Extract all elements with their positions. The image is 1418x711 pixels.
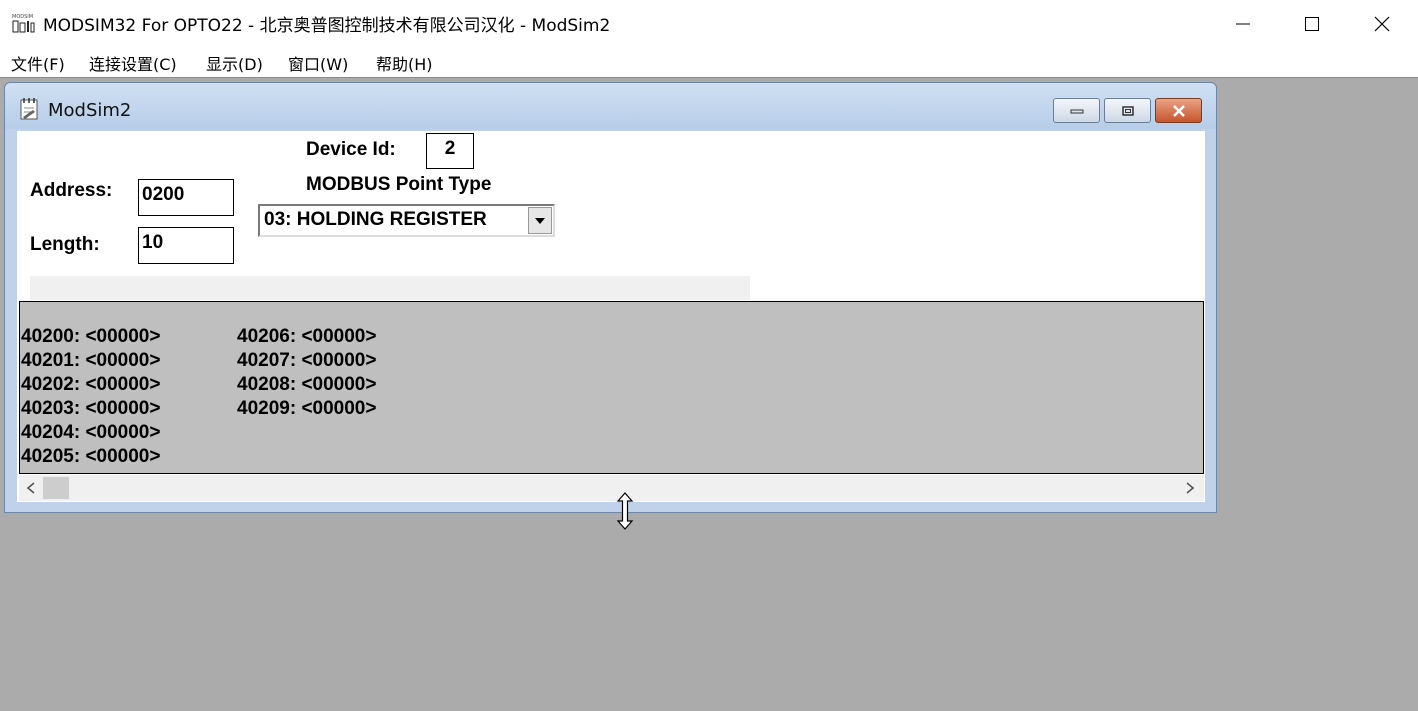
close-icon [1172, 104, 1185, 117]
close-icon [1374, 16, 1390, 31]
child-restore-button[interactable] [1104, 98, 1151, 123]
horizontal-scrollbar[interactable] [19, 475, 1204, 501]
child-window: ModSim2 Device Id: 2 Address: 0200 MODBU… [4, 82, 1217, 513]
minimize-icon [1070, 109, 1083, 113]
length-field[interactable]: 10 [138, 227, 234, 264]
register-cell[interactable]: 40204: <00000> [21, 421, 160, 445]
point-type-label: MODBUS Point Type [306, 174, 492, 195]
status-strip [30, 276, 750, 300]
menu-file[interactable]: 文件(F) [11, 51, 65, 75]
modsim-logo-icon: MODSIM [12, 14, 35, 33]
app-titlebar: MODSIM MODSIM32 For OPTO22 - 北京奥普图控制技术有限… [0, 0, 1418, 47]
menu-help[interactable]: 帮助(H) [376, 51, 433, 75]
maximize-button[interactable] [1277, 0, 1347, 47]
app-icon: MODSIM [12, 11, 36, 33]
length-label: Length: [30, 234, 100, 255]
document-icon [20, 98, 38, 120]
register-cell[interactable]: 40208: <00000> [237, 373, 376, 397]
scroll-thumb[interactable] [43, 477, 69, 499]
register-cell[interactable]: 40209: <00000> [237, 397, 376, 421]
point-type-value: 03: HOLDING REGISTER [264, 209, 487, 230]
register-cell[interactable]: 40203: <00000> [21, 397, 160, 421]
maximize-icon [1305, 16, 1319, 31]
chevron-down-icon [535, 217, 545, 224]
resize-cursor-icon [615, 492, 635, 530]
scroll-left-button[interactable] [21, 478, 41, 498]
point-type-select[interactable]: 03: HOLDING REGISTER [258, 204, 555, 237]
minimize-button[interactable] [1208, 0, 1278, 47]
child-close-button[interactable] [1155, 98, 1202, 123]
minimize-icon [1236, 23, 1250, 24]
child-minimize-button[interactable] [1053, 98, 1100, 123]
menu-connection[interactable]: 连接设置(C) [89, 51, 177, 75]
register-cell[interactable]: 40206: <00000> [237, 325, 376, 349]
register-cell[interactable]: 40202: <00000> [21, 373, 160, 397]
register-cell[interactable]: 40201: <00000> [21, 349, 160, 373]
child-window-icon [18, 97, 40, 121]
svg-text:MODSIM: MODSIM [12, 14, 33, 20]
menu-display[interactable]: 显示(D) [206, 51, 263, 75]
register-cell[interactable]: 40207: <00000> [237, 349, 376, 373]
menu-window[interactable]: 窗口(W) [288, 51, 348, 75]
address-field[interactable]: 0200 [138, 179, 234, 216]
chevron-left-icon [27, 482, 35, 494]
close-button[interactable] [1347, 0, 1417, 47]
register-cell[interactable]: 40205: <00000> [21, 445, 160, 469]
dropdown-arrow-button[interactable] [528, 207, 552, 234]
address-label: Address: [30, 180, 113, 201]
child-window-title: ModSim2 [48, 100, 132, 121]
restore-icon [1121, 105, 1134, 116]
chevron-right-icon [1186, 482, 1194, 494]
child-titlebar[interactable]: ModSim2 [5, 83, 1216, 129]
device-id-field[interactable]: 2 [426, 133, 474, 169]
register-grid[interactable]: 40200: <00000> 40201: <00000> 40202: <00… [19, 301, 1204, 474]
device-id-label: Device Id: [306, 139, 396, 160]
menu-bar: 文件(F) 连接设置(C) 显示(D) 窗口(W) 帮助(H) [0, 47, 1418, 77]
register-cell[interactable]: 40200: <00000> [21, 325, 160, 349]
scroll-right-button[interactable] [1180, 478, 1200, 498]
child-client-area: Device Id: 2 Address: 0200 MODBUS Point … [17, 131, 1205, 502]
app-title: MODSIM32 For OPTO22 - 北京奥普图控制技术有限公司汉化 - … [43, 16, 611, 36]
